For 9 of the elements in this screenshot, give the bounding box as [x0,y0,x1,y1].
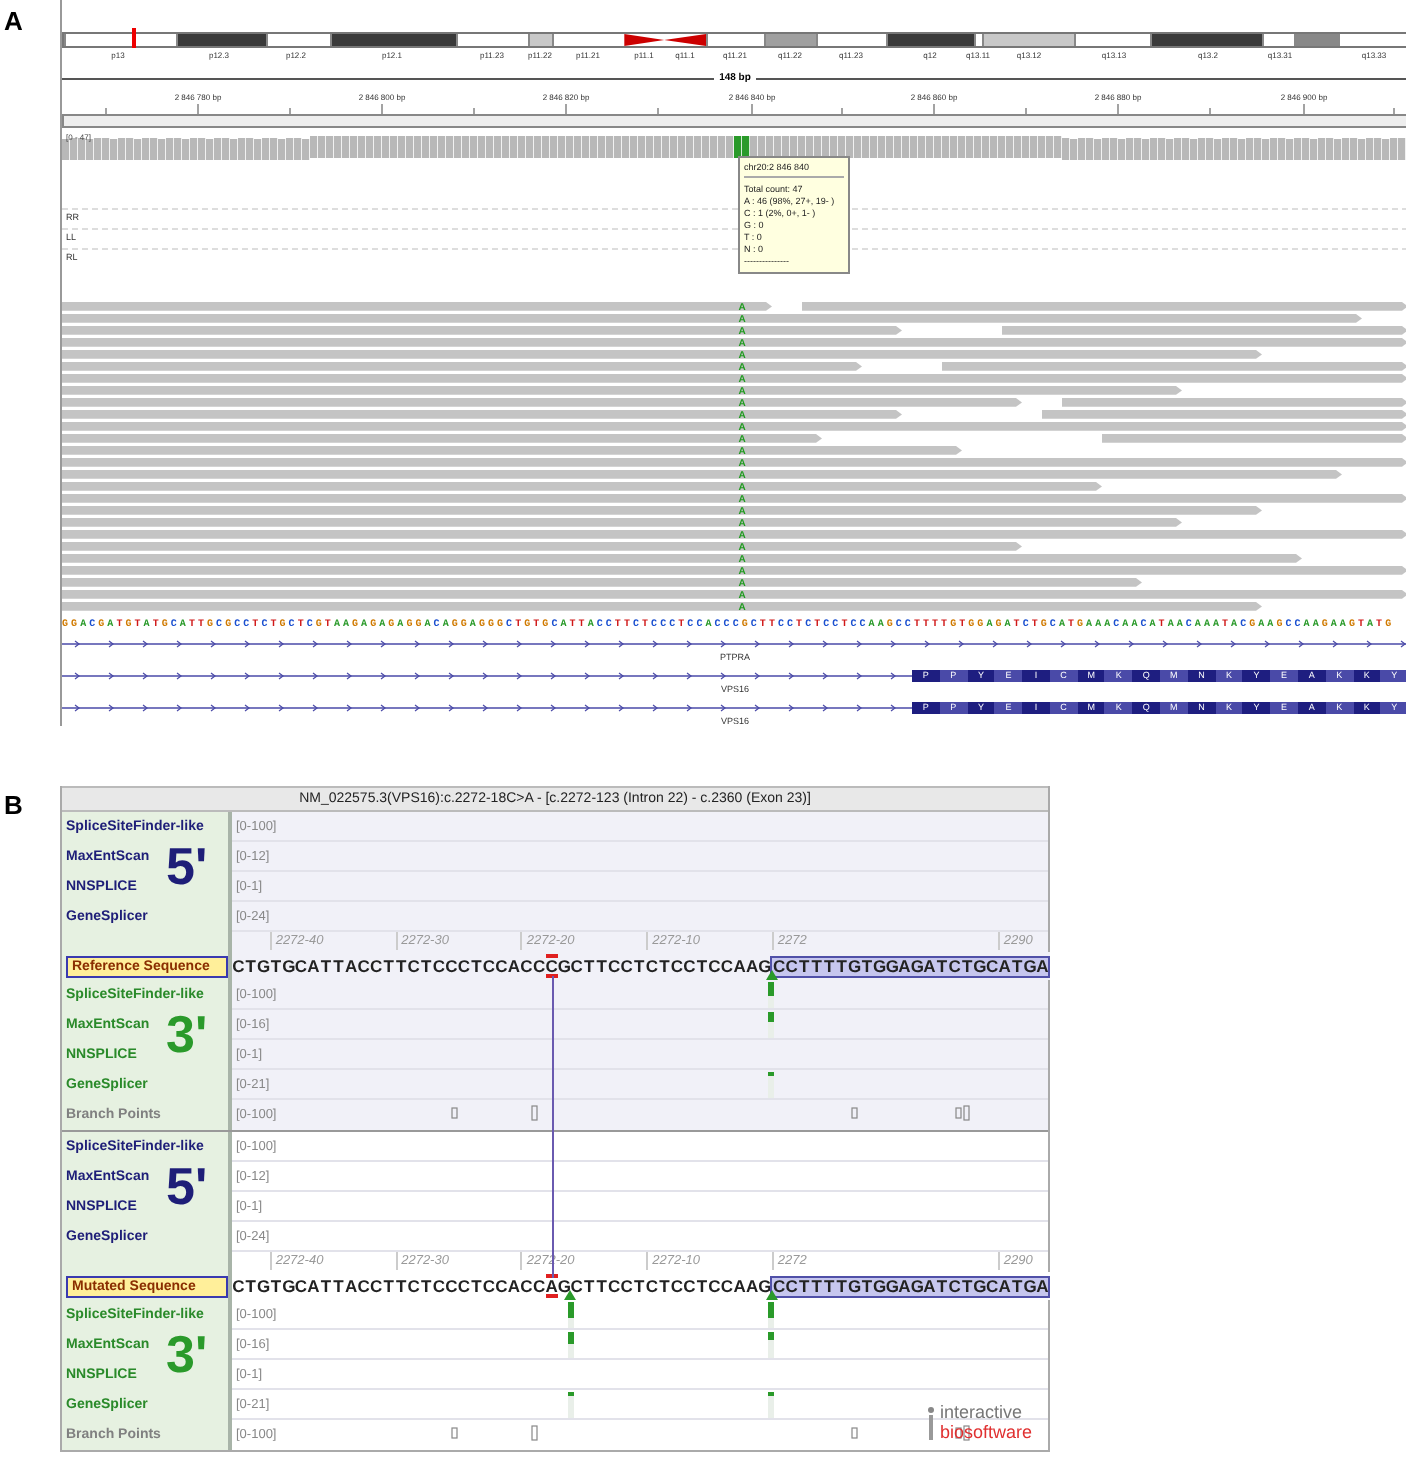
panel-label: A [4,6,25,36]
splice-end-label: 3' [166,1328,208,1380]
splice-end-label: 5' [166,1160,208,1212]
figure-icon [925,1406,936,1442]
splice-end-label: 5' [166,840,208,892]
splice-end-label: 3' [166,1008,208,1060]
logo-text: biosoftware [939,1422,1032,1442]
logo-text: interactive [939,1402,1024,1422]
panel-label: B [4,790,25,820]
